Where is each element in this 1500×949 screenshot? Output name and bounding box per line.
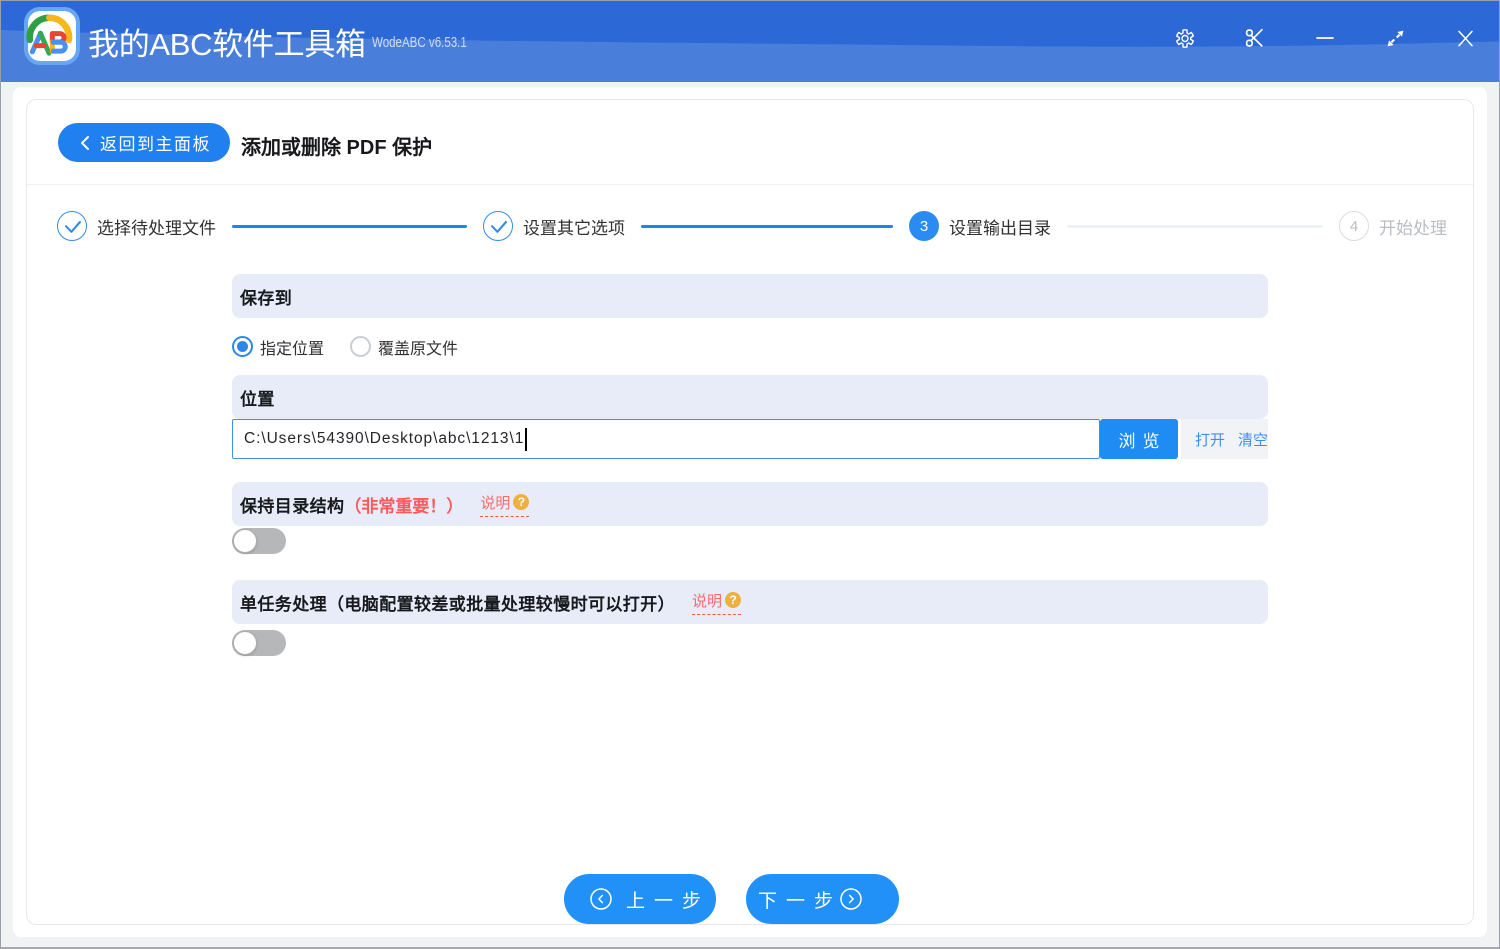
close-button[interactable] [1430, 0, 1500, 82]
radio-specified-location-label[interactable]: 指定位置 [260, 335, 324, 359]
outer-panel: 返回到主面板 添加或删除 PDF 保护 选择待处理文件 设置其它选项 3 设置输… [13, 87, 1487, 937]
main-card: 返回到主面板 添加或删除 PDF 保护 选择待处理文件 设置其它选项 3 设置输… [26, 99, 1474, 925]
minimize-icon [1316, 37, 1334, 39]
help-question-icon: ? [513, 494, 530, 510]
open-link[interactable]: 打开 [1195, 429, 1225, 450]
toggle-knob [233, 529, 257, 553]
app-version: WodeABC v6.53.1 [372, 34, 467, 51]
expand-icon [1387, 30, 1403, 46]
single-task-toggle[interactable] [232, 630, 286, 656]
keep-structure-help-link[interactable]: 说明? [480, 492, 530, 517]
browse-button[interactable]: 浏览 [1100, 419, 1178, 459]
radio-overwrite-original-label[interactable]: 覆盖原文件 [378, 335, 458, 359]
location-row: C:\Users\54390\Desktop\abc\1213\1 浏览 打开 … [232, 419, 1268, 459]
step-3-circle: 3 [909, 211, 939, 241]
scissors-icon [1245, 28, 1263, 47]
location-input[interactable]: C:\Users\54390\Desktop\abc\1213\1 [232, 419, 1100, 459]
radio-specified-location[interactable] [232, 336, 253, 357]
single-task-section-header: 单任务处理（电脑配置较差或批量处理较慢时可以打开） 说明? [232, 580, 1268, 624]
app-title: 我的ABC软件工具箱 [88, 27, 366, 62]
step-1-label: 选择待处理文件 [97, 218, 216, 238]
app-logo-icon [24, 7, 80, 65]
header-divider [27, 184, 1473, 185]
text-caret [525, 427, 527, 451]
previous-step-label: 上一步 [626, 890, 711, 912]
help-link-label: 说明 [692, 592, 723, 610]
maximize-button[interactable] [1360, 0, 1430, 82]
gear-icon [1175, 28, 1195, 48]
location-section-header: 位置 [232, 375, 1268, 419]
save-to-section-header: 保存到 [232, 274, 1268, 318]
next-step-button[interactable]: 下一步 [746, 874, 899, 924]
previous-step-button[interactable]: 上一步 [564, 874, 716, 924]
help-link-label: 说明 [480, 494, 511, 512]
step-2-label: 设置其它选项 [523, 218, 625, 238]
radio-overwrite-original[interactable] [350, 336, 372, 357]
toggle-knob [233, 631, 257, 655]
minimize-button[interactable] [1290, 0, 1360, 82]
settings-button[interactable] [1150, 0, 1220, 82]
next-step-label: 下一步 [758, 890, 843, 912]
clear-link[interactable]: 清空 [1238, 429, 1268, 450]
keep-structure-toggle[interactable] [232, 528, 286, 554]
step-4-label: 开始处理 [1379, 218, 1447, 238]
step-1-circle [57, 211, 87, 241]
step-4-circle: 4 [1339, 211, 1369, 241]
save-to-title: 保存到 [240, 288, 293, 308]
close-icon [1457, 30, 1473, 46]
single-task-title: 单任务处理（电脑配置较差或批量处理较慢时可以打开） [240, 594, 675, 614]
step-connector [1067, 224, 1323, 228]
location-title: 位置 [240, 389, 275, 409]
back-button-label: 返回到主面板 [100, 135, 211, 154]
back-to-dashboard-button[interactable]: 返回到主面板 [58, 123, 230, 162]
circle-chevron-right-icon [840, 888, 862, 910]
step-3-label: 设置输出目录 [949, 218, 1051, 238]
chevron-left-icon [81, 135, 89, 150]
step-connector [641, 224, 893, 228]
step-connector [232, 224, 467, 228]
titlebar-buttons [1150, 0, 1500, 82]
step-2-circle [483, 211, 513, 241]
keep-structure-title: 保持目录结构 [240, 496, 345, 516]
screenshot-button[interactable] [1220, 0, 1290, 82]
keep-structure-note: （非常重要！） [344, 496, 464, 516]
check-icon [490, 220, 508, 233]
check-icon [64, 220, 82, 233]
location-links: 打开 清空 [1181, 419, 1268, 459]
help-question-icon: ? [725, 592, 742, 608]
single-task-help-link[interactable]: 说明? [692, 590, 742, 615]
circle-chevron-left-icon [590, 888, 612, 910]
titlebar: 我的ABC软件工具箱 WodeABC v6.53.1 [0, 0, 1500, 82]
step-indicator: 选择待处理文件 设置其它选项 3 设置输出目录 4 开始处理 [57, 211, 1447, 241]
save-to-options: 指定位置 覆盖原文件 [232, 318, 458, 375]
page-title: 添加或删除 PDF 保护 [241, 137, 433, 159]
keep-structure-section-header: 保持目录结构 （非常重要！） 说明? [232, 482, 1268, 526]
